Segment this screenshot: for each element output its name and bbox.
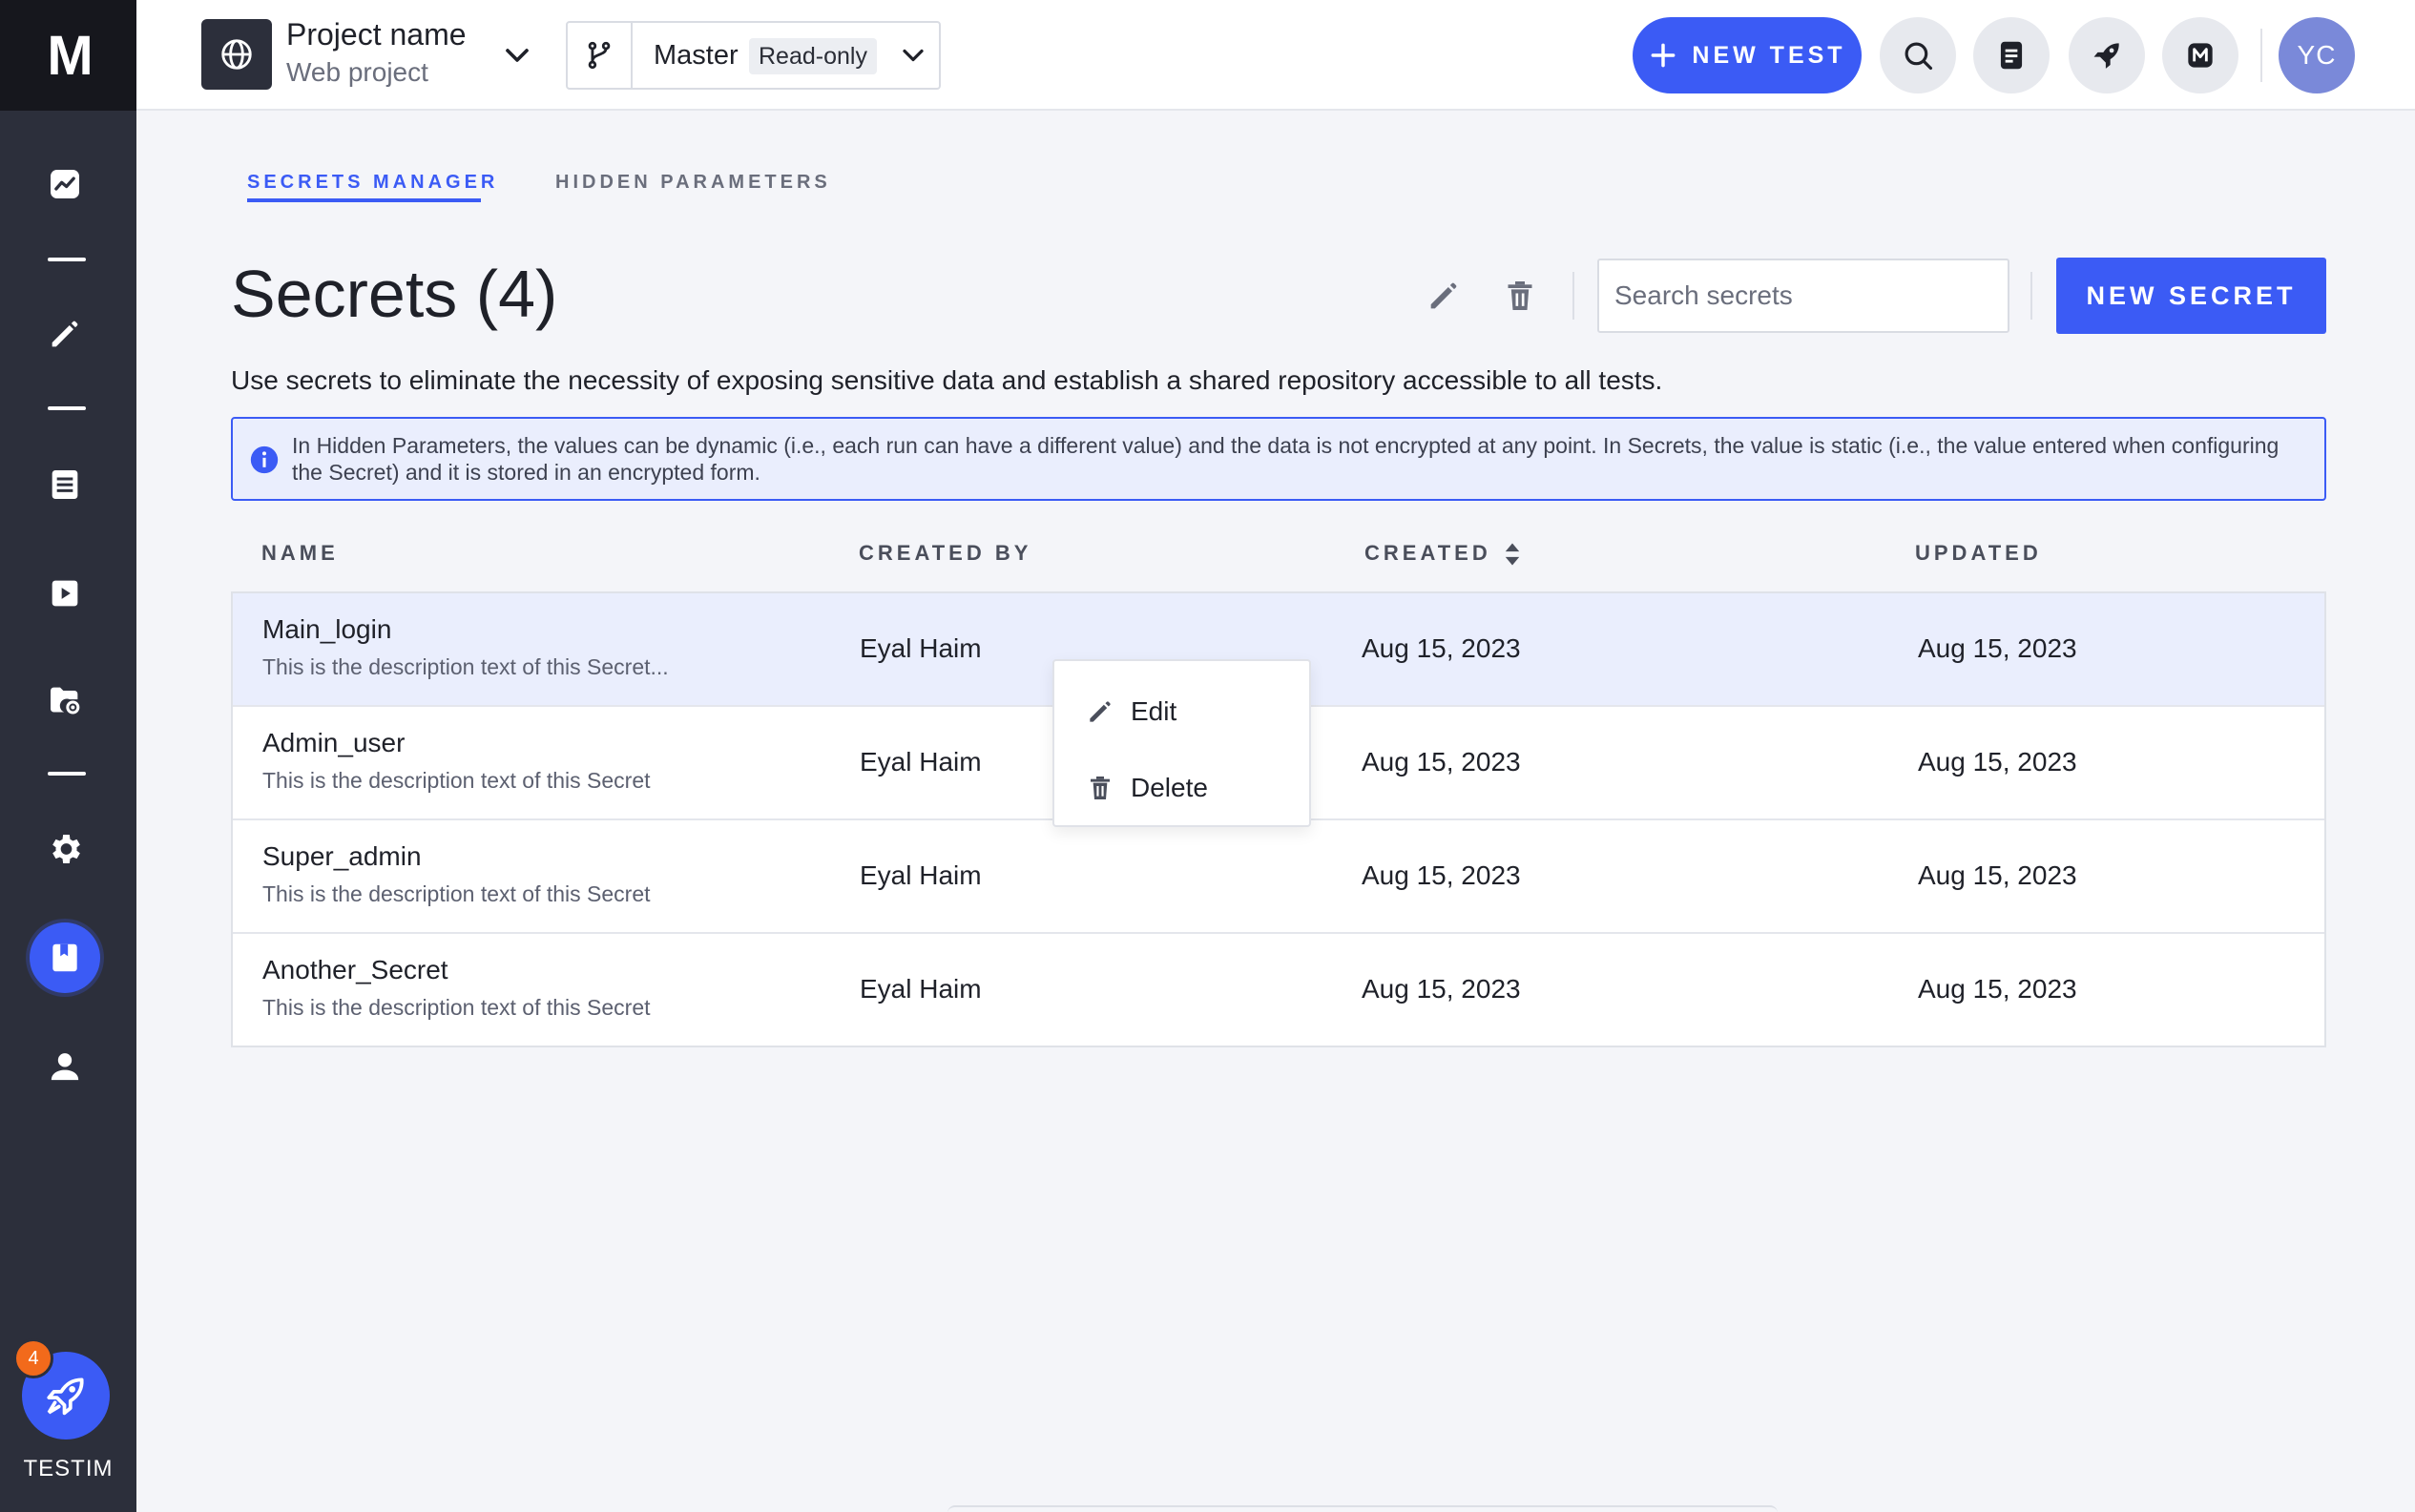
branch-icon [568, 23, 633, 88]
sort-icon[interactable] [1504, 542, 1521, 567]
column-header-created[interactable]: CREATED [1364, 541, 1491, 566]
folder-settings-icon[interactable] [34, 670, 95, 731]
search-input[interactable] [1597, 259, 2009, 333]
secret-name: Super_admin [262, 841, 422, 871]
table-row[interactable]: Super_admin This is the description text… [233, 820, 2324, 934]
read-only-badge: Read-only [749, 38, 877, 74]
trash-icon [1091, 777, 1110, 799]
secret-name: Another_Secret [262, 955, 448, 984]
chevron-down-icon[interactable] [498, 36, 536, 74]
column-header-name: NAME [261, 541, 339, 565]
chevron-down-icon [903, 49, 924, 62]
toolbar-divider [1572, 272, 1574, 320]
info-text: In Hidden Parameters, the values can be … [292, 433, 2280, 485]
rocket-icon [2093, 43, 2119, 69]
updated-date: Aug 15, 2023 [1918, 747, 2077, 777]
created-date: Aug 15, 2023 [1362, 860, 1521, 890]
app-logo[interactable]: M [0, 0, 136, 111]
branch-selector[interactable]: Master Read-only [566, 21, 941, 90]
notification-badge: 4 [13, 1338, 53, 1378]
plus-icon [1652, 43, 1676, 68]
secret-name: Main_login [262, 614, 392, 644]
rocket-launch-button[interactable] [2069, 17, 2145, 93]
rocket-icon [47, 1377, 84, 1416]
secret-description: This is the description text of this Sec… [262, 654, 669, 679]
created-by: Eyal Haim [860, 747, 982, 777]
search-icon [1905, 42, 1933, 71]
gear-icon[interactable] [34, 818, 95, 880]
analytics-icon[interactable] [34, 154, 95, 215]
topbar-divider [2260, 29, 2262, 82]
edit-icon[interactable] [34, 303, 95, 364]
edit-icon [1090, 701, 1111, 722]
sidebar-divider [48, 406, 86, 410]
updated-date: Aug 15, 2023 [1918, 974, 2077, 1004]
column-header-updated: UPDATED [1915, 541, 2042, 565]
list-icon[interactable] [34, 454, 95, 515]
menu-item-delete[interactable]: Delete [1054, 755, 1309, 821]
project-name[interactable]: Project name [286, 17, 467, 52]
globe-icon[interactable] [201, 19, 272, 90]
updated-date: Aug 15, 2023 [1918, 633, 2077, 663]
created-date: Aug 15, 2023 [1362, 633, 1521, 663]
play-icon[interactable] [34, 563, 95, 624]
page-description: Use secrets to eliminate the necessity o… [231, 365, 1663, 395]
docs-button[interactable] [1973, 17, 2050, 93]
branch-name: Master [654, 40, 739, 71]
secret-name: Admin_user [262, 728, 406, 757]
avatar[interactable]: YC [2279, 17, 2355, 93]
project-type: Web project [286, 57, 428, 87]
sidebar: M 4 TESTIM [0, 0, 136, 1512]
updated-date: Aug 15, 2023 [1918, 860, 2077, 890]
brand-m-icon [2188, 43, 2213, 68]
sidebar-divider [48, 258, 86, 261]
new-secret-button[interactable]: NEW SECRET [2056, 258, 2326, 334]
secret-description: This is the description text of this Sec… [262, 995, 651, 1020]
toolbar-divider [2030, 272, 2032, 320]
menu-item-edit[interactable]: Edit [1054, 678, 1309, 745]
info-icon [250, 445, 279, 474]
page-title: Secrets (4) [231, 257, 558, 331]
document-icon [2000, 41, 2023, 70]
app-switcher-button[interactable] [2162, 17, 2238, 93]
info-banner: In Hidden Parameters, the values can be … [231, 417, 2326, 501]
rocket-label: TESTIM [23, 1456, 114, 1481]
column-header-created-by: CREATED BY [859, 541, 1032, 565]
secret-description: This is the description text of this Sec… [262, 768, 651, 793]
created-date: Aug 15, 2023 [1362, 747, 1521, 777]
active-tab-indicator [247, 198, 481, 202]
created-date: Aug 15, 2023 [1362, 974, 1521, 1004]
search-button[interactable] [1880, 17, 1956, 93]
tab-hidden-parameters[interactable]: HIDDEN PARAMETERS [555, 172, 831, 194]
new-test-button[interactable]: NEW TEST [1633, 17, 1862, 93]
created-by: Eyal Haim [860, 633, 982, 663]
table-row[interactable]: Another_Secret This is the description t… [233, 934, 2324, 1047]
tab-secrets-manager[interactable]: SECRETS MANAGER [247, 172, 498, 194]
bookmark-icon[interactable] [30, 922, 100, 993]
row-context-menu: Edit Delete [1052, 659, 1311, 827]
created-by: Eyal Haim [860, 974, 982, 1004]
created-by: Eyal Haim [860, 860, 982, 890]
user-icon[interactable] [34, 1036, 95, 1097]
trash-icon[interactable] [1501, 277, 1539, 315]
bottom-edge-panel [947, 1505, 1778, 1512]
secret-description: This is the description text of this Sec… [262, 881, 651, 906]
edit-icon[interactable] [1425, 277, 1463, 315]
sidebar-divider [48, 772, 86, 776]
